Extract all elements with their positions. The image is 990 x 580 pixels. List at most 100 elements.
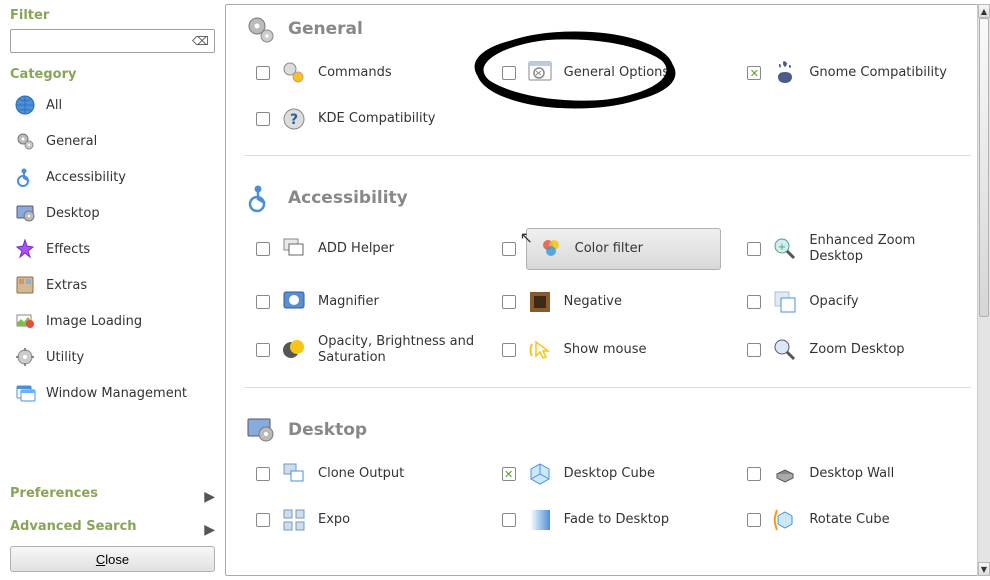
sidebar-item-label: All <box>46 98 62 113</box>
sidebar-item-all[interactable]: All <box>10 88 215 122</box>
scroll-down-button[interactable]: ▼ <box>978 562 990 576</box>
sidebar-item-effects[interactable]: Effects <box>10 232 215 266</box>
chevron-right-icon: ▶ <box>204 522 215 538</box>
plugin-desktop-wall[interactable]: Desktop Wall <box>743 456 971 492</box>
show-mouse-icon <box>526 336 554 364</box>
plugin-clone-output[interactable]: Clone Output <box>252 456 480 492</box>
checkbox[interactable]: ✕ <box>747 66 761 80</box>
plugin-label: Show mouse <box>564 342 647 358</box>
checkbox[interactable] <box>747 295 761 309</box>
plugin-fade-to-desktop[interactable]: Fade to Desktop <box>498 502 726 538</box>
plugin-label: ADD Helper <box>318 241 394 257</box>
checkbox[interactable] <box>502 66 516 80</box>
sidebar-item-accessibility[interactable]: Accessibility <box>10 160 215 194</box>
obs-icon <box>280 336 308 364</box>
checkbox[interactable] <box>256 66 270 80</box>
filter-label: Filter <box>10 8 215 23</box>
scroll-up-button[interactable]: ▲ <box>978 4 990 18</box>
plugin-expo[interactable]: Expo <box>252 502 480 538</box>
svg-text:?: ? <box>290 112 298 128</box>
plugin-label: Opacify <box>809 294 858 310</box>
plugin-general-options[interactable]: General Options <box>498 55 726 91</box>
checkbox[interactable] <box>256 513 270 527</box>
checkbox[interactable] <box>502 343 516 357</box>
fade-icon <box>526 506 554 534</box>
wheelchair-icon <box>244 182 276 214</box>
plugin-label: Zoom Desktop <box>809 342 904 358</box>
commands-icon <box>280 59 308 87</box>
plugin-desktop-cube[interactable]: ✕ Desktop Cube <box>498 456 726 492</box>
checkbox[interactable] <box>747 513 761 527</box>
plugin-add-helper[interactable]: ADD Helper <box>252 224 480 274</box>
checkbox[interactable] <box>747 242 761 256</box>
checkbox[interactable] <box>502 242 516 256</box>
plugin-negative[interactable]: Negative <box>498 284 726 320</box>
plugin-label: Gnome Compatibility <box>809 65 947 81</box>
sidebar: Filter ⌫ Category All General Accessibil… <box>0 0 225 580</box>
checkbox[interactable] <box>256 343 270 357</box>
category-list: All General Accessibility Desktop Effect… <box>10 88 215 410</box>
plugin-obs[interactable]: Opacity, Brightness and Saturation <box>252 330 480 369</box>
sidebar-item-label: Desktop <box>46 206 100 221</box>
plugin-rotate-cube[interactable]: Rotate Cube <box>743 502 971 538</box>
utility-icon <box>14 346 36 368</box>
plugin-label: Desktop Cube <box>564 466 655 482</box>
plugin-zoom-desktop[interactable]: Zoom Desktop <box>743 330 971 369</box>
negative-icon <box>526 288 554 316</box>
close-button[interactable]: Close <box>10 546 215 572</box>
plugin-magnifier[interactable]: Magnifier <box>252 284 480 320</box>
preferences-label: Preferences <box>10 486 98 501</box>
plugin-label: Negative <box>564 294 622 310</box>
checkbox[interactable] <box>747 343 761 357</box>
scroll-track[interactable] <box>978 18 990 562</box>
checkbox[interactable] <box>256 112 270 126</box>
checkbox[interactable] <box>256 295 270 309</box>
plugin-show-mouse[interactable]: Show mouse <box>498 330 726 369</box>
scroll-thumb[interactable] <box>979 18 989 317</box>
sidebar-item-desktop[interactable]: Desktop <box>10 196 215 230</box>
sidebar-item-label: Image Loading <box>46 314 142 329</box>
separator <box>244 387 971 388</box>
sidebar-item-extras[interactable]: Extras <box>10 268 215 302</box>
plugin-opacify[interactable]: Opacify <box>743 284 971 320</box>
preferences-row[interactable]: Preferences ▶ <box>10 480 215 513</box>
checkbox[interactable] <box>502 513 516 527</box>
plugin-kde-compatibility[interactable]: ? KDE Compatibility <box>252 101 480 137</box>
plugin-gnome-compatibility[interactable]: ✕ Gnome Compatibility <box>743 55 971 91</box>
plugin-label: Enhanced Zoom Desktop <box>809 233 967 264</box>
plugin-enhanced-zoom-desktop[interactable]: + Enhanced Zoom Desktop <box>743 224 971 274</box>
checkbox[interactable] <box>747 467 761 481</box>
sidebar-item-image-loading[interactable]: Image Loading <box>10 304 215 338</box>
clear-icon[interactable]: ⌫ <box>192 34 209 48</box>
separator <box>244 155 971 156</box>
desktop-icon <box>244 414 276 446</box>
plugin-color-filter[interactable]: Color filter ↖ <box>498 224 726 274</box>
sidebar-item-label: Effects <box>46 242 90 257</box>
checkbox[interactable] <box>502 295 516 309</box>
sidebar-item-general[interactable]: General <box>10 124 215 158</box>
plugin-label: Fade to Desktop <box>564 512 669 528</box>
plugin-label: Magnifier <box>318 294 379 310</box>
section-title: Accessibility <box>288 188 408 208</box>
plugin-label: Color filter <box>575 241 643 257</box>
sidebar-item-utility[interactable]: Utility <box>10 340 215 374</box>
plugin-label: Desktop Wall <box>809 466 894 482</box>
section-general: General Commands General Options <box>226 5 989 137</box>
scrollbar[interactable]: ▲ ▼ <box>977 4 990 576</box>
cursor-icon: ↖ <box>520 228 533 247</box>
advanced-search-row[interactable]: Advanced Search ▶ <box>10 513 215 546</box>
sidebar-item-window-management[interactable]: Window Management <box>10 376 215 410</box>
main-panel: General Commands General Options <box>225 4 990 576</box>
plugin-label: KDE Compatibility <box>318 111 435 127</box>
plugin-label: General Options <box>564 65 670 81</box>
plugin-label: Opacity, Brightness and Saturation <box>318 334 476 365</box>
gears-icon <box>14 130 36 152</box>
expo-icon <box>280 506 308 534</box>
checkbox[interactable] <box>256 467 270 481</box>
checkbox[interactable] <box>256 242 270 256</box>
sidebar-item-label: Extras <box>46 278 87 293</box>
filter-input[interactable] <box>10 29 215 53</box>
plugin-commands[interactable]: Commands <box>252 55 480 91</box>
sparkle-icon <box>14 238 36 260</box>
checkbox[interactable]: ✕ <box>502 467 516 481</box>
